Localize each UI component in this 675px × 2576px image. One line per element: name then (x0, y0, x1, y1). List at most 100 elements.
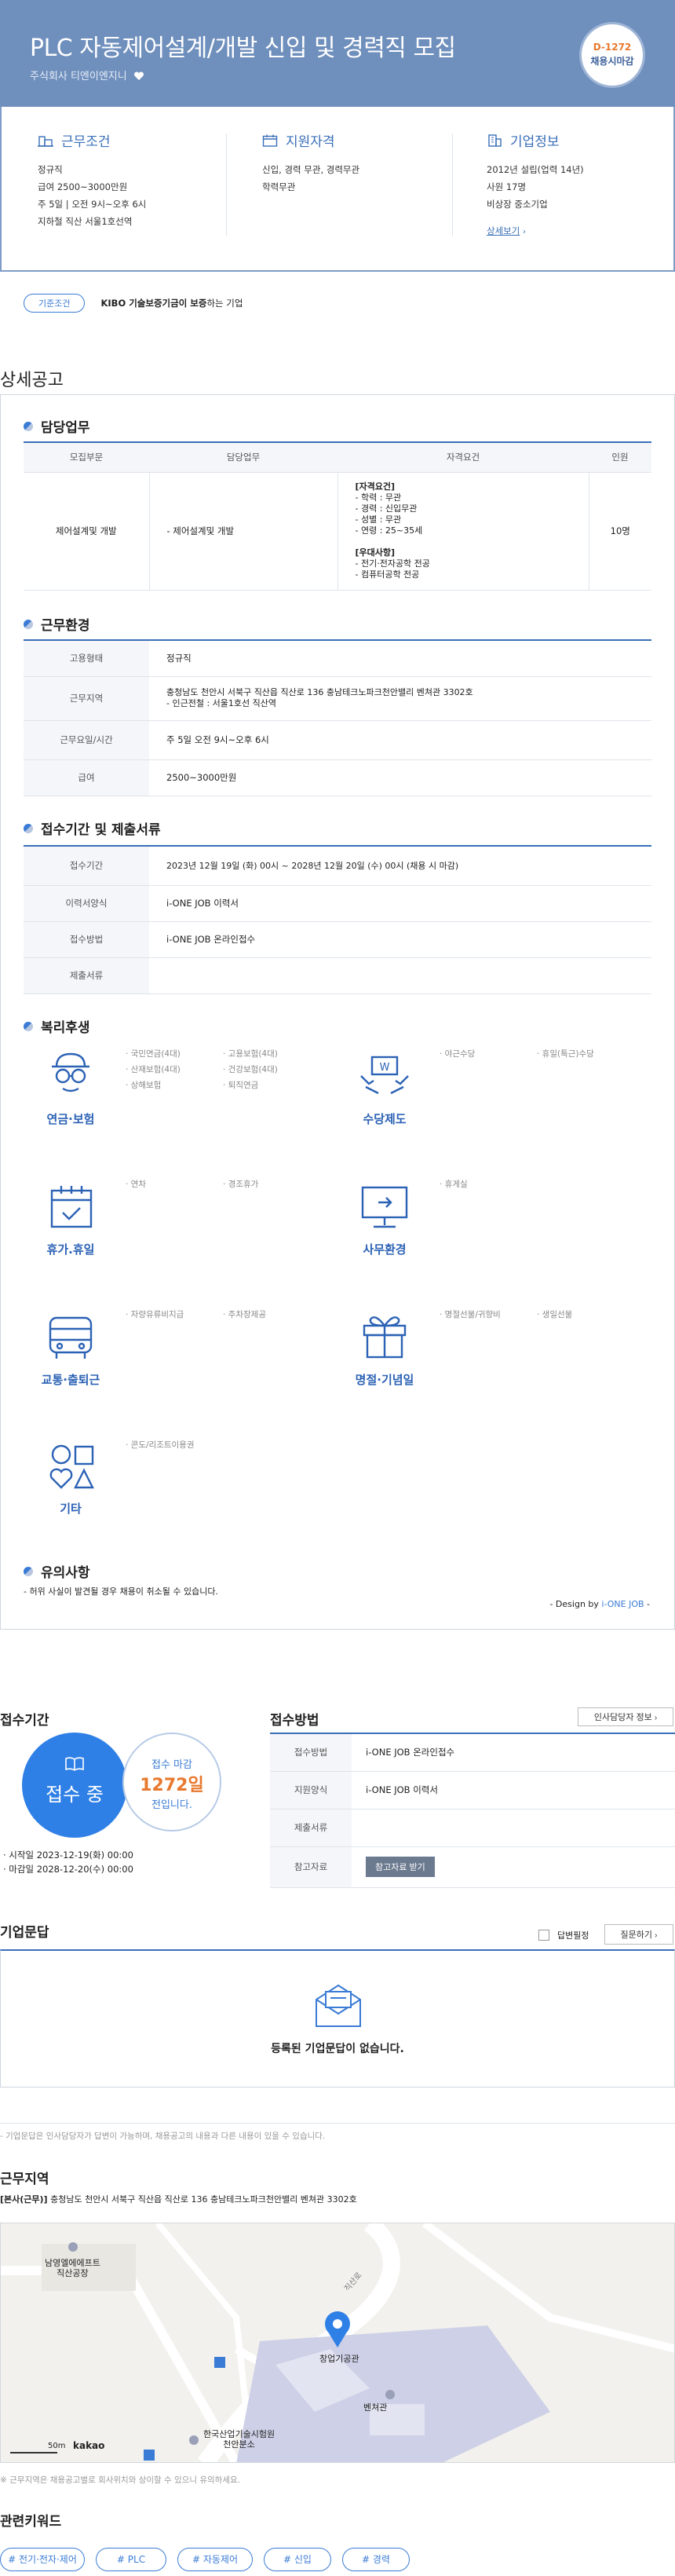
heart-icon[interactable] (133, 71, 144, 84)
method-table: 접수방법 i-ONE JOB 온라인접수 지원양식 i-ONE JOB 이력서 제출… (270, 1733, 675, 1888)
glasses-person-icon (44, 1049, 97, 1102)
shapes-icon (47, 1442, 97, 1495)
row-value: 2500~3000만원 (149, 759, 651, 796)
contact-info-button[interactable]: 인사담당자 정보 › (578, 1707, 673, 1726)
row-label: 접수방법 (24, 921, 149, 958)
benefit-label: 휴가.휴일 (46, 1242, 95, 1257)
period-deadline-circle: 접수 마감 1272일 전입니다. (122, 1733, 221, 1831)
benefit-item: · 야근수당 (440, 1049, 476, 1059)
table-row: 근무요일/시간 주 5일 오전 9시~오후 6시 (24, 720, 651, 760)
contact-info-label: 인사담당자 정보 (593, 1713, 652, 1722)
benefits-heading: 복리후생 (41, 1020, 90, 1036)
row-value: 충청남도 천안시 서북구 직산읍 직산로 136 충남테크노파크천안밸리 벤쳐관… (149, 676, 651, 721)
company-name-row[interactable]: 주식회사 티엔이엔지니 (30, 68, 144, 84)
column-header: 담당업무 (149, 442, 338, 473)
keyword-tag[interactable]: # 경력 (342, 2548, 410, 2571)
reference-download-button[interactable]: 참고자료 받기 (366, 1857, 435, 1877)
design-prefix: - Design by (549, 1599, 602, 1609)
benefit-label: 기타 (60, 1502, 82, 1516)
dday-badge: D-1272 채용시마감 (579, 22, 645, 88)
keyword-tag[interactable]: # 자동제어 (177, 2548, 253, 2571)
qa-empty-box: 등록된 기업문답이 없습니다. (0, 1949, 675, 2088)
map-view[interactable]: 남영엘에에프트 직산공장 창업기공관 벤쳐관 한국산업기술시험원 천안분소 직산로 … (0, 2223, 675, 2463)
job-header: PLC 자동제어설계/개발 신입 및 경력직 모집 주식회사 티엔이엔지니 D-… (0, 0, 675, 107)
table-row: 지원양식 i-ONE JOB 이력서 (270, 1771, 675, 1809)
bullet-dot-icon (24, 619, 33, 629)
period-heading: 접수기간 (0, 1713, 49, 1729)
benefit-label: 교통·출퇴근 (41, 1373, 100, 1387)
summary-line: 사원 17명 (487, 181, 527, 192)
criteria-pill: 기준조건 (24, 294, 86, 313)
summary-conditions-heading: 근무조건 (61, 134, 111, 150)
summary-qualifications-heading: 지원자격 (286, 134, 335, 150)
duty-table: 모집부문 담당업무 자격요건 인원 제어설계및 개발 - 제어설계및 개발 [자… (24, 441, 651, 591)
summary-line: 비상장 중소기업 (487, 199, 548, 210)
duty-count: 10명 (589, 472, 651, 591)
row-label: 고용형태 (24, 640, 149, 677)
design-brand: i-ONE JOB (601, 1599, 644, 1609)
summary-line: 학력무관 (262, 181, 296, 192)
summary-line: 2012년 설립(업력 14년) (487, 164, 584, 175)
table-row: 접수기간 2023년 12월 19일 (화) 00시 ~ 2028년 12월 20… (24, 846, 651, 886)
benefit-item: · 주차장제공 (223, 1310, 266, 1319)
keyword-tag[interactable]: # 신입 (264, 2548, 331, 2571)
benefit-label: 연금·보험 (46, 1112, 95, 1126)
row-label: 지원양식 (270, 1771, 352, 1809)
deadline-label: 접수 마감 (151, 1759, 192, 1771)
map-pin-label: 창업기공관 (319, 2354, 359, 2364)
table-row: 참고자료 참고자료 받기 (270, 1846, 675, 1888)
benefit-item: · 산재보험(4대) (126, 1065, 181, 1074)
duty-heading-row: 담당업무 (24, 416, 90, 436)
office-building-icon (487, 134, 502, 147)
row-value: 정규직 (149, 640, 651, 677)
summary-line: 주 5일 | 오전 9시~오후 6시 (38, 199, 147, 210)
address-line: 충청남도 천안시 서북구 직산읍 직산로 136 충남테크노파크천안밸리 벤쳐관… (166, 687, 473, 697)
table-row: 접수방법 i-ONE JOB 온라인접수 (270, 1733, 675, 1772)
summary-line: 지하철 직산 서울1호선역 (38, 216, 133, 227)
keyword-tag[interactable]: # PLC (96, 2548, 166, 2571)
table-row: 급여 2500~3000만원 (24, 759, 651, 796)
notice-heading-row: 유의사항 (24, 1561, 90, 1581)
summary-company: 기업정보 2012년 설립(업력 14년) 사원 17명 비상장 중소기업 상세… (487, 130, 675, 241)
qa-note: - 기업문답은 인사담당자가 답변이 가능하며, 채용공고의 내용과 다른 내용… (0, 2131, 326, 2141)
answered-only-label[interactable]: 답변필정 (557, 1929, 589, 1941)
chevron-right-icon[interactable]: › (523, 228, 526, 236)
answered-only-checkbox[interactable] (538, 1930, 549, 1941)
bus-icon (46, 1313, 96, 1364)
money-hands-icon: W (358, 1052, 411, 1100)
row-value (352, 1809, 675, 1847)
benefit-item: · 상해보험 (126, 1081, 162, 1090)
table-row: 이력서양식 i-ONE JOB 이력서 (24, 885, 651, 922)
chevron-right-icon: › (654, 1714, 658, 1722)
map-label: 남영엘에에프트 직산공장 (45, 2258, 100, 2278)
detail-section-title: 상세공고 (0, 371, 64, 390)
ask-question-button[interactable]: 질문하기 › (604, 1924, 673, 1945)
map-graphic[interactable] (1, 2223, 675, 2463)
qa-heading: 기업문답 (0, 1925, 49, 1941)
bullet-dot-icon (24, 1021, 33, 1031)
row-label: 접수방법 (270, 1733, 352, 1772)
req-title: [자격요건] (355, 481, 396, 492)
req-line: - 성별 : 무관 (355, 514, 402, 525)
duty-task: - 제어설계및 개발 (149, 472, 338, 591)
location-address: 충청남도 천안시 서북구 직산읍 직산로 136 충남테크노파크천안밸리 벤쳐관… (50, 2194, 357, 2205)
row-value: i-ONE JOB 이력서 (149, 885, 651, 922)
keyword-tag[interactable]: # 전기·전자·제어 (0, 2548, 85, 2571)
calendar-icon (262, 134, 278, 147)
summary-company-heading: 기업정보 (510, 134, 560, 150)
company-name[interactable]: 주식회사 티엔이엔지니 (30, 71, 127, 82)
bullet-dot-icon (24, 421, 33, 431)
method-heading: 접수방법 (270, 1713, 319, 1729)
table-row: 제출서류 (270, 1809, 675, 1847)
row-label: 급여 (24, 759, 149, 796)
benefits-heading-row: 복리후생 (24, 1016, 90, 1036)
req-line: - 학력 : 무관 (355, 492, 402, 503)
summary-line: 신입, 경력 무관, 경력무관 (262, 164, 360, 175)
divider (226, 134, 227, 236)
environment-table: 고용형태 정규직 근무지역 충청남도 천안시 서북구 직산읍 직산로 136 충남테… (24, 639, 651, 796)
benefit-label: 수당제도 (363, 1112, 407, 1126)
row-label: 제출서류 (24, 957, 149, 994)
job-summary: 근무조건 정규직 급여 2500~3000만원 주 5일 | 오전 9시~오후 … (0, 107, 675, 272)
company-detail-link[interactable]: 상세보기 (487, 225, 520, 236)
qa-filter[interactable]: 답변필정 (538, 1929, 589, 1941)
